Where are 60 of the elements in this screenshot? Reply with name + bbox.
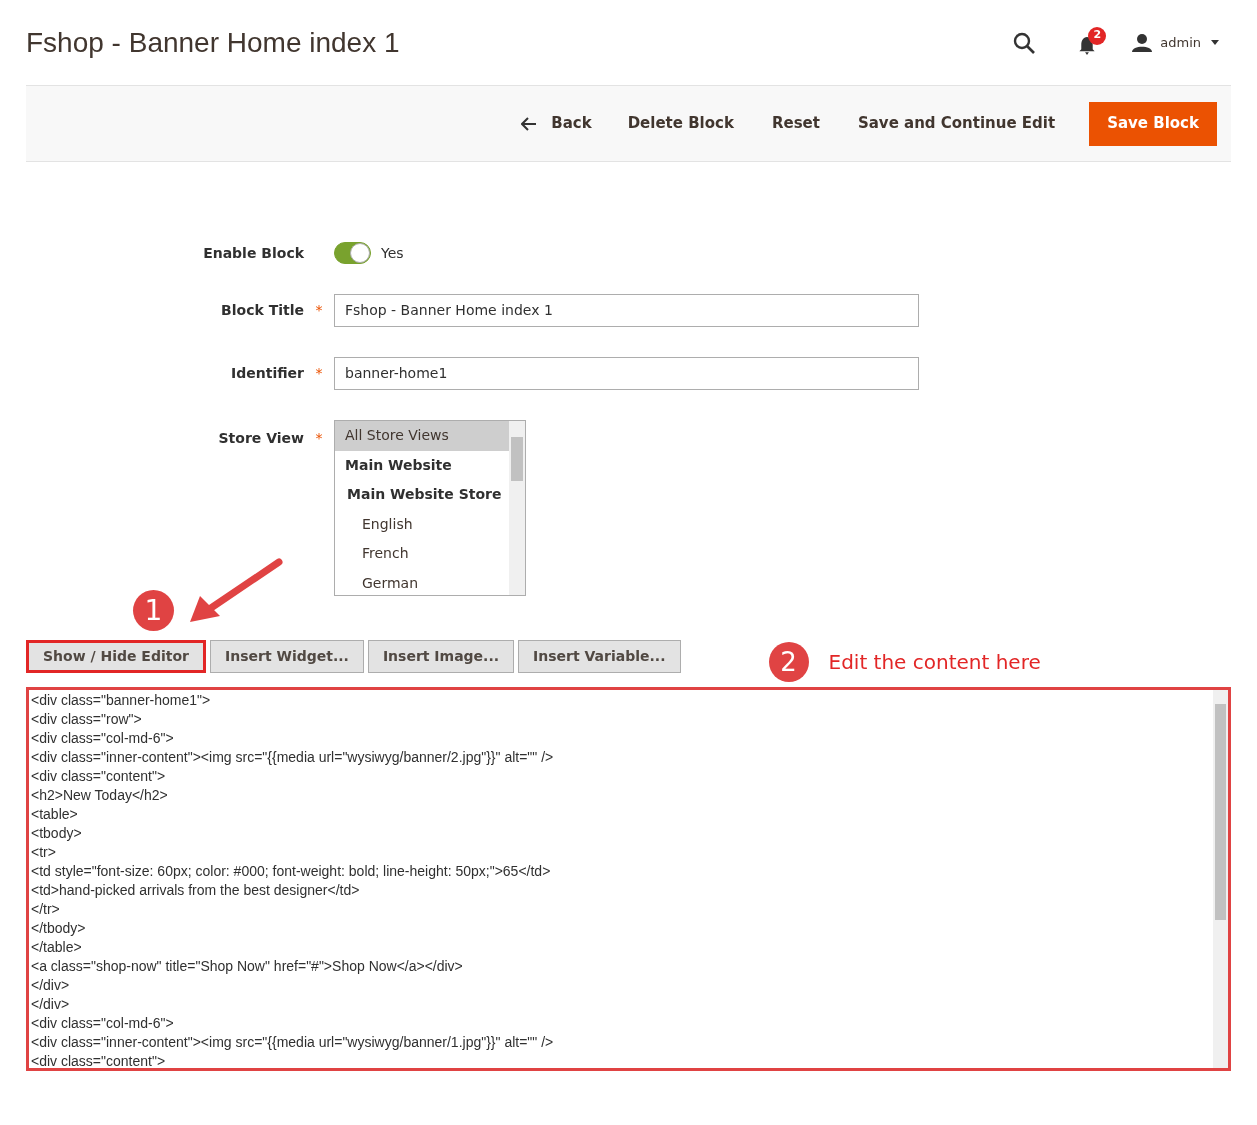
toggle-switch[interactable]	[334, 242, 371, 264]
editor-button[interactable]: Insert Image...	[367, 639, 515, 673]
toolbar-button[interactable]: Save and Continue Edit	[843, 101, 1070, 146]
code-line: <div class="banner-home1">	[31, 691, 212, 710]
code-line: </table>	[31, 938, 83, 957]
store-view-option[interactable]: German	[335, 568, 509, 595]
code-editor[interactable]	[26, 687, 1231, 1071]
code-line: <div class="col-md-6">	[31, 729, 175, 748]
code-line: <a class="shop-now" title="Shop Now" href="#">Shop Now</a></div>	[31, 957, 464, 976]
page-title: Fshop - Banner Home index 1	[26, 25, 401, 60]
code-line: <div class="row">	[31, 710, 143, 729]
code-line: <div class="content">	[31, 1052, 167, 1068]
store-view-option[interactable]: All Store Views	[335, 421, 509, 451]
annotation-text: Edit the content here	[828, 649, 1041, 676]
field-label: Identifier	[230, 364, 304, 383]
editor-button[interactable]: Insert Variable...	[518, 639, 681, 673]
required-mark: *	[314, 301, 324, 320]
caret-icon	[1211, 40, 1219, 45]
scrollbar[interactable]	[1213, 690, 1228, 1068]
code-line: <div class="col-md-6">	[31, 1014, 175, 1033]
user-icon	[1132, 33, 1153, 52]
notification-count-badge: 2	[1088, 26, 1107, 45]
search-icon[interactable]	[1012, 30, 1037, 55]
code-line: </tbody>	[31, 919, 87, 938]
step-number-marker: 1	[133, 590, 174, 631]
toggle-state-text: Yes	[381, 243, 404, 263]
save-button[interactable]: Save Block	[1089, 101, 1217, 146]
code-line: <td>hand-picked arrivals from the best designer</td>	[31, 881, 361, 900]
back-button[interactable]: Back	[509, 101, 604, 146]
store-view-option[interactable]: English	[335, 509, 509, 539]
editor-button[interactable]: Show / Hide Editor	[26, 639, 206, 673]
text-input-field[interactable]: Fshop - Banner Home index 1	[334, 294, 919, 327]
code-line: <div class="content">	[31, 767, 167, 786]
field-label: Store View	[217, 429, 304, 448]
code-line: <div class="inner-content"><img src="{{media url="wysiwyg/banner/2.jpg"}}" alt="" />	[31, 748, 555, 767]
store-view-option[interactable]: Main Website	[335, 450, 509, 480]
store-view-option[interactable]: Main Website Store	[335, 480, 509, 510]
scrollbar[interactable]	[509, 421, 525, 595]
required-mark: *	[314, 364, 324, 383]
user-menu[interactable]: admin	[1132, 32, 1219, 53]
code-line: </div>	[31, 995, 71, 1014]
code-line: <tbody>	[31, 824, 83, 843]
store-view-option[interactable]: French	[335, 539, 509, 569]
code-line: <tr>	[31, 843, 57, 862]
editor-button[interactable]: Insert Widget...	[209, 639, 364, 673]
text-input-field[interactable]: banner-home1	[334, 357, 919, 390]
code-line: <table>	[31, 805, 79, 824]
code-line: <div class="inner-content"><img src="{{media url="wysiwyg/banner/1.jpg"}}" alt="" />	[31, 1033, 555, 1052]
toolbar-button[interactable]: Delete Block	[613, 101, 748, 146]
code-line: <td style="font-size: 60px; color: #000; font-weight: bold; line-height: 50px;">65</td>	[31, 862, 552, 881]
code-line: </div>	[31, 976, 71, 995]
toolbar-button[interactable]: Reset	[757, 101, 834, 146]
store-view-listbox[interactable]: All Store Views Main Website Main Website Store English French German	[334, 420, 526, 596]
code-line: <h2>New Today</h2>	[31, 786, 169, 805]
field-label: Enable Block	[202, 243, 304, 263]
arrow-left-icon	[521, 116, 538, 131]
field-label: Block Title	[220, 301, 304, 320]
code-line: </tr>	[31, 900, 61, 919]
required-mark: *	[314, 429, 324, 448]
step-number-marker: 2	[768, 642, 809, 682]
